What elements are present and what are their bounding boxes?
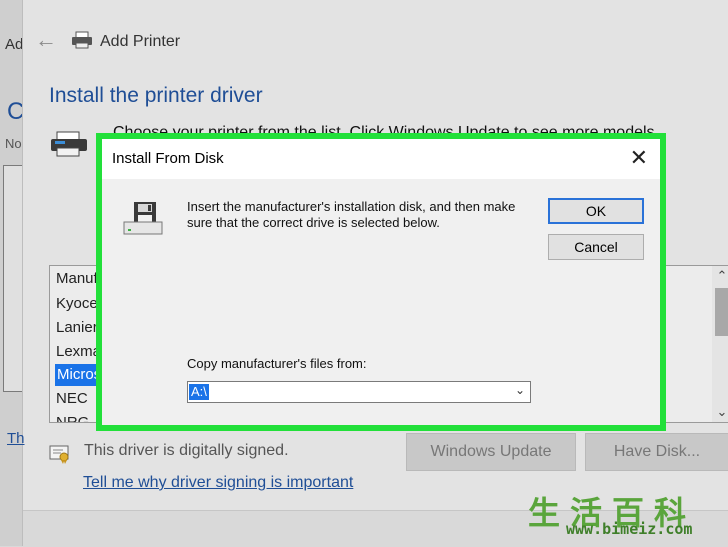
bg-text-fragment: No: [5, 136, 22, 151]
dialog-titlebar: Install From Disk ✕: [102, 139, 660, 179]
list-item[interactable]: Manuf: [54, 268, 98, 290]
dialog-title: Install From Disk: [112, 150, 224, 167]
close-icon[interactable]: ✕: [630, 146, 648, 170]
page-title: Install the printer driver: [49, 84, 263, 107]
driver-signing-link[interactable]: Tell me why driver signing is important: [83, 474, 353, 492]
wizard-header: ← Add Printer: [23, 20, 728, 64]
ok-button[interactable]: OK: [548, 198, 644, 224]
signed-text: This driver is digitally signed.: [84, 442, 289, 459]
bg-title-fragment: Ad: [5, 36, 24, 53]
bg-list-box: [3, 165, 24, 392]
certificate-icon: [49, 444, 71, 469]
dialog-message: Insert the manufacturer's installation d…: [187, 199, 516, 230]
list-item[interactable]: Lanier: [54, 317, 98, 339]
floppy-disk-icon: [122, 200, 164, 245]
cancel-button[interactable]: Cancel: [548, 234, 644, 260]
wizard-title: Add Printer: [100, 33, 181, 50]
scroll-up-icon[interactable]: ⌃: [712, 268, 728, 284]
bg-link-fragment[interactable]: Th: [7, 430, 25, 447]
watermark: 生活百科 www.bimeiz.com: [528, 488, 724, 540]
install-from-disk-dialog: Install From Disk ✕ Insert the manufactu…: [102, 139, 660, 425]
watermark-url: www.bimeiz.com: [566, 520, 693, 538]
scrollbar-thumb[interactable]: [715, 288, 728, 336]
list-item[interactable]: Lexma: [54, 341, 101, 363]
copy-files-combobox[interactable]: A:\ ⌄: [187, 381, 531, 403]
printer-large-icon: [49, 130, 89, 163]
back-arrow-icon[interactable]: ←: [35, 28, 57, 52]
chevron-down-icon[interactable]: ⌄: [515, 383, 525, 397]
copy-files-label: Copy manufacturer's files from:: [187, 356, 367, 371]
printer-icon: [71, 31, 93, 54]
list-item[interactable]: NEC: [54, 388, 88, 410]
copy-files-value[interactable]: A:\: [189, 384, 209, 400]
scroll-down-icon[interactable]: ⌄: [712, 404, 728, 420]
have-disk-button[interactable]: Have Disk...: [585, 433, 728, 471]
window-close-icon[interactable]: ✕: [706, 0, 723, 3]
vertical-scrollbar[interactable]: ⌃ ⌄: [712, 266, 728, 422]
windows-update-button[interactable]: Windows Update: [406, 433, 576, 471]
list-item[interactable]: NRG: [54, 412, 89, 422]
